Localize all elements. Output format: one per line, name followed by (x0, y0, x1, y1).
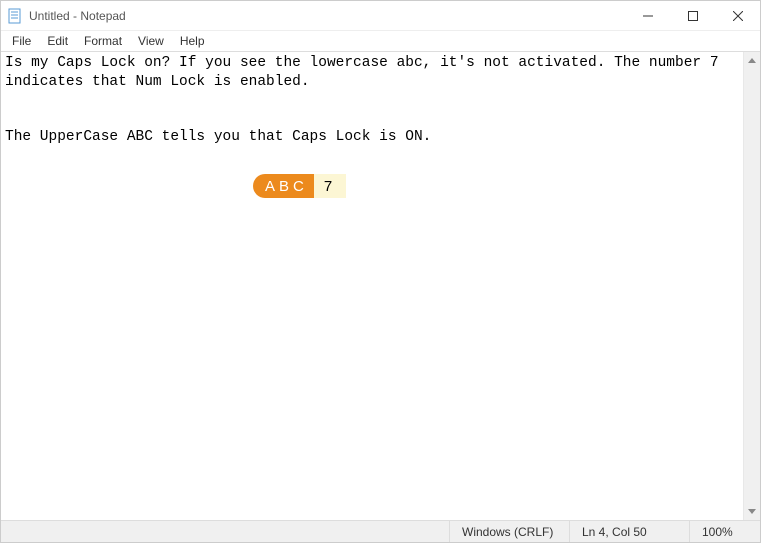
menu-view[interactable]: View (131, 33, 171, 49)
scroll-up-arrow[interactable] (744, 52, 760, 69)
minimize-button[interactable] (625, 1, 670, 30)
window-controls (625, 1, 760, 30)
menubar: File Edit Format View Help (1, 31, 760, 51)
status-cursor-position: Ln 4, Col 50 (570, 521, 690, 542)
menu-edit[interactable]: Edit (40, 33, 75, 49)
close-button[interactable] (715, 1, 760, 30)
menu-help[interactable]: Help (173, 33, 212, 49)
notepad-icon (7, 8, 23, 24)
titlebar: Untitled - Notepad (1, 1, 760, 31)
status-spacer (1, 521, 450, 542)
editor-area: Is my Caps Lock on? If you see the lower… (1, 52, 760, 520)
editor-content[interactable]: Is my Caps Lock on? If you see the lower… (1, 52, 760, 149)
status-encoding: Windows (CRLF) (450, 521, 570, 542)
lock-indicator: ABC 7 (253, 174, 346, 198)
window-title: Untitled - Notepad (29, 9, 625, 23)
vertical-scrollbar[interactable] (743, 52, 760, 520)
num-lock-indicator: 7 (314, 174, 346, 198)
menu-format[interactable]: Format (77, 33, 129, 49)
maximize-button[interactable] (670, 1, 715, 30)
status-zoom: 100% (690, 521, 760, 542)
caps-lock-indicator: ABC (253, 174, 314, 198)
scroll-down-arrow[interactable] (744, 503, 760, 520)
menu-file[interactable]: File (5, 33, 38, 49)
statusbar: Windows (CRLF) Ln 4, Col 50 100% (1, 520, 760, 542)
